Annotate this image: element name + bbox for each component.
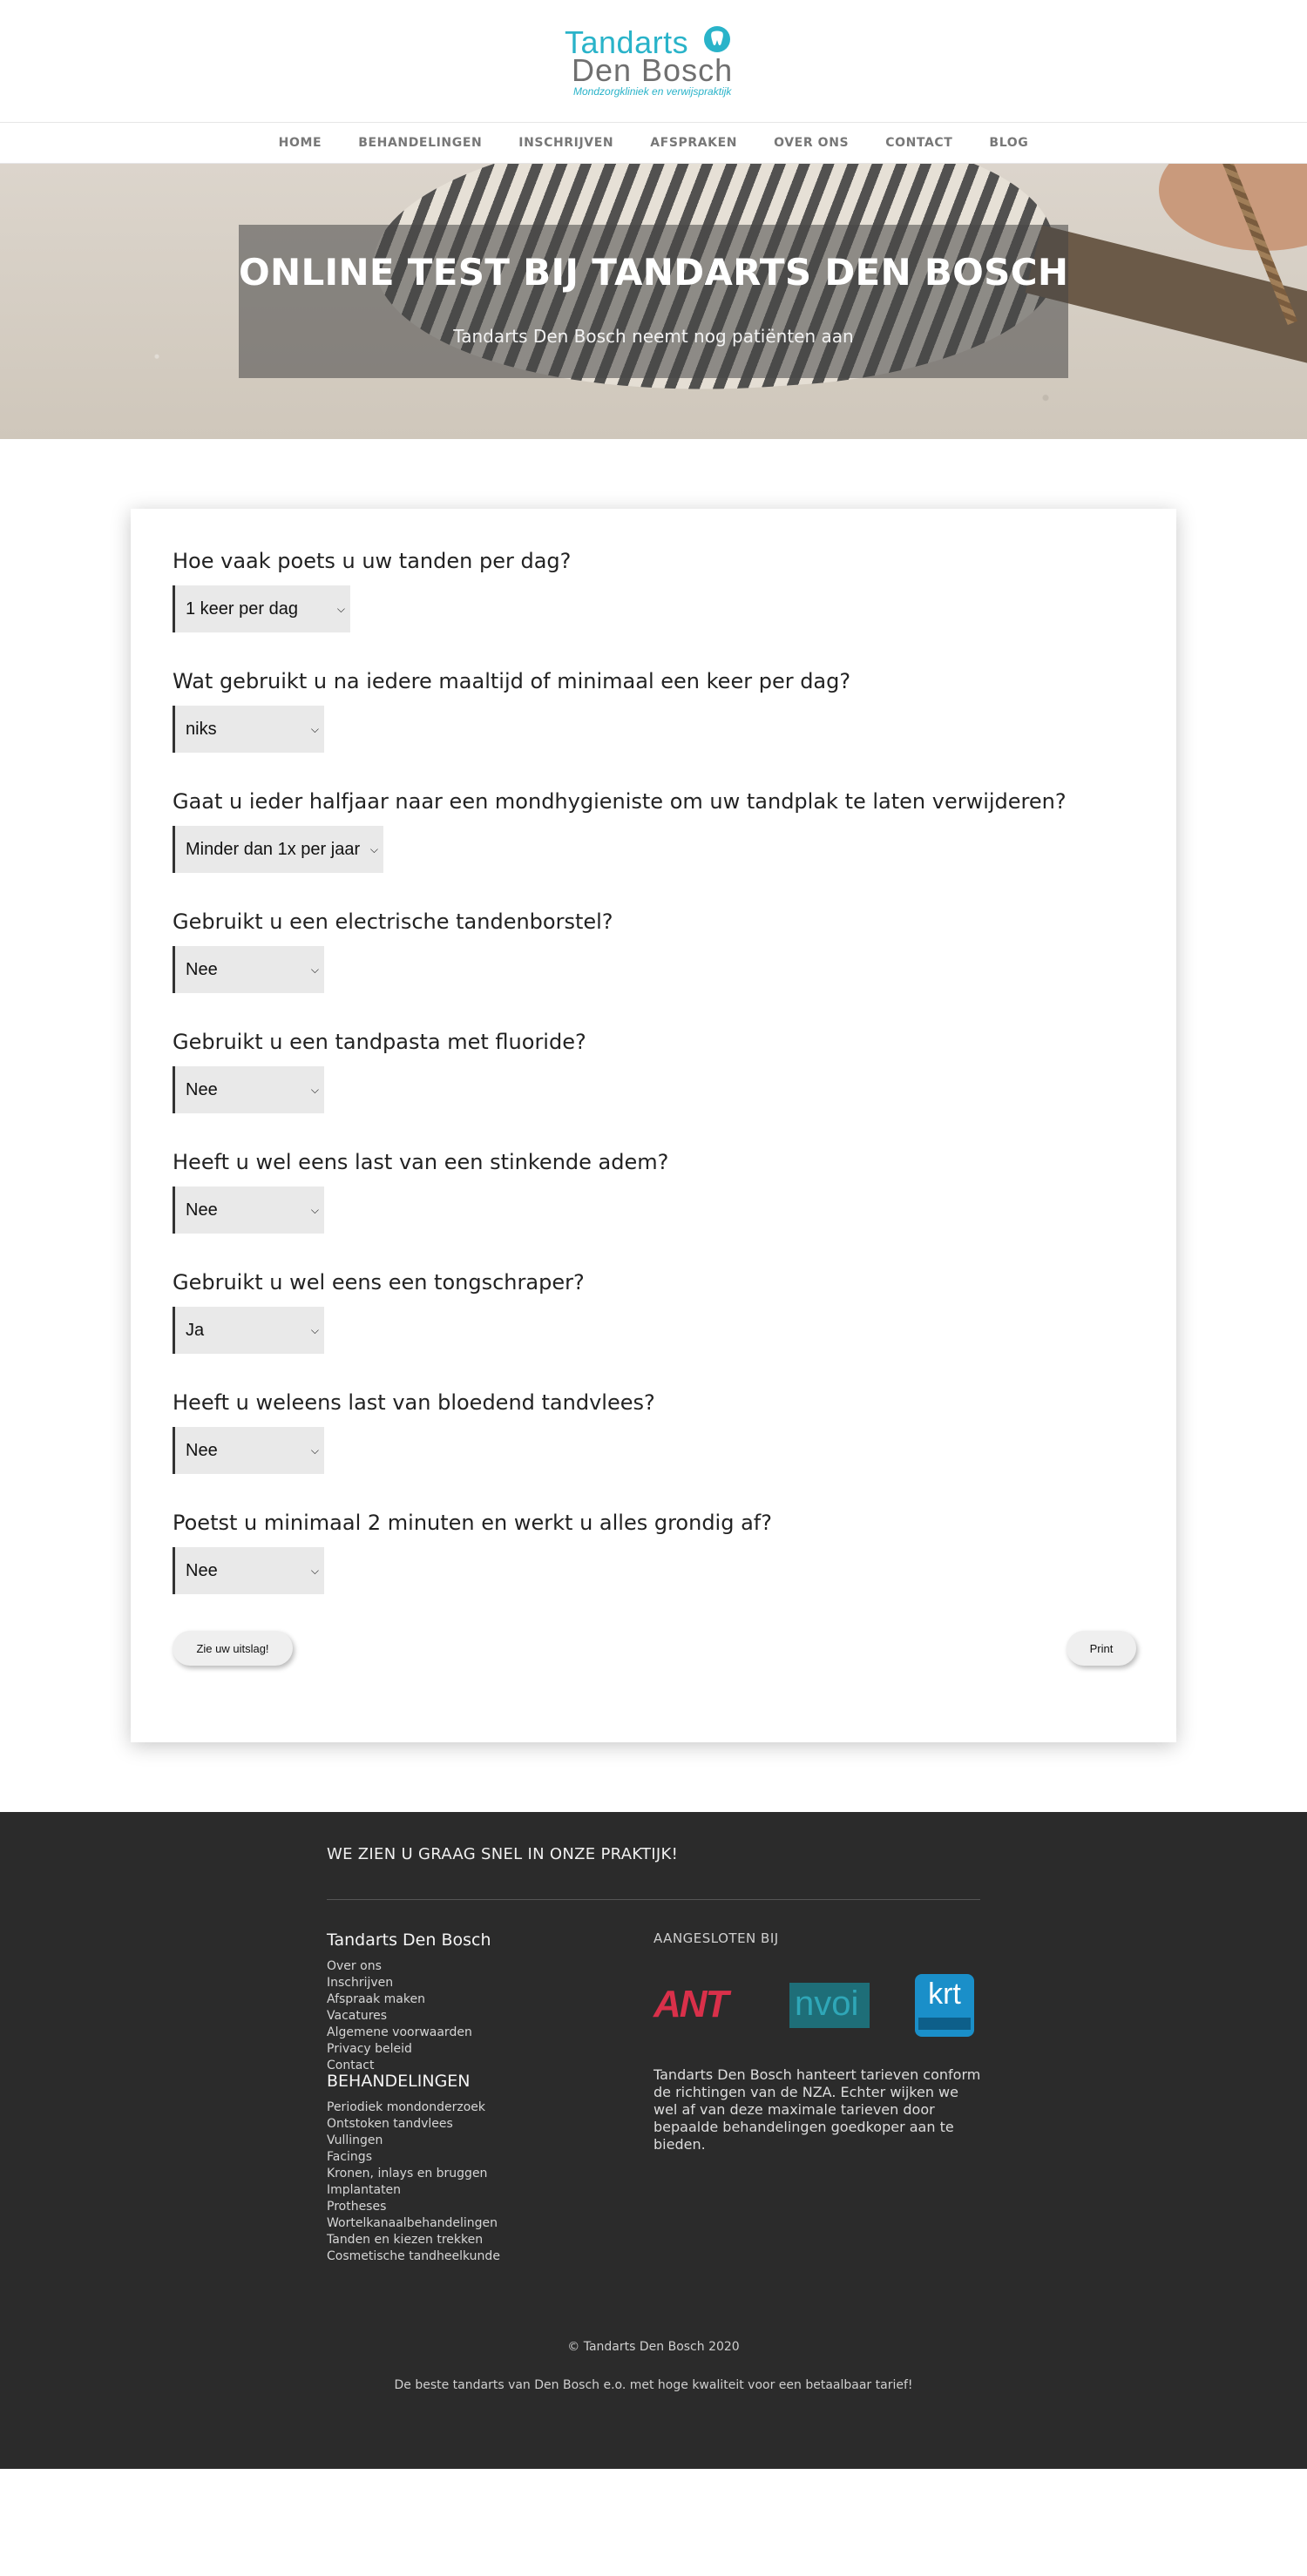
footer-link[interactable]: Privacy beleid (327, 2041, 472, 2058)
footer-slogan: De beste tandarts van Den Bosch e.o. met… (394, 2378, 913, 2392)
nav-item-over-ons[interactable]: OVER ONS (755, 136, 867, 150)
hero-subtitle: Tandarts Den Bosch neemt nog patiënten a… (453, 326, 854, 347)
footer-link[interactable]: Protheses (327, 2199, 500, 2215)
select-value: Nee (186, 1079, 218, 1099)
nav-item-home[interactable]: HOME (261, 136, 341, 150)
answer-select[interactable]: Nee ⌵ (173, 1547, 324, 1594)
question-label: Heeft u wel eens last van een stinkende … (173, 1150, 669, 1174)
footer-link[interactable]: Tanden en kiezen trekken (327, 2232, 500, 2248)
select-value: Nee (186, 1440, 218, 1460)
hero-overlay: ONLINE TEST BIJ TANDARTS DEN BOSCH Tanda… (239, 225, 1068, 378)
site-logo[interactable]: Tandarts Den Bosch Mondzorgkliniek en ve… (565, 24, 748, 98)
print-button[interactable]: Print (1067, 1631, 1136, 1666)
site-header: Tandarts Den Bosch Mondzorgkliniek en ve… (0, 0, 1307, 122)
site-footer: WE ZIEN U GRAAG SNEL IN ONZE PRAKTIJK! T… (0, 1812, 1307, 2469)
ant-logo[interactable]: ANT (654, 1983, 749, 2026)
copyright: © Tandarts Den Bosch 2020 (567, 2340, 740, 2354)
quiz-question: Heeft u wel eens last van een stinkende … (173, 1150, 1140, 1234)
affiliations-heading: AANGESLOTEN BIJ (654, 1930, 779, 1946)
footer-link[interactable]: Algemene voorwaarden (327, 2025, 472, 2041)
question-label: Gebruikt u wel eens een tongschraper? (173, 1270, 585, 1295)
chevron-down-icon: ⌵ (310, 963, 319, 976)
hero-banner: ONLINE TEST BIJ TANDARTS DEN BOSCH Tanda… (0, 164, 1307, 439)
answer-select[interactable]: 1 keer per dag ⌵ (173, 585, 350, 632)
quiz-question: Gebruikt u een electrische tandenborstel… (173, 909, 1140, 993)
footer-col2-title: BEHANDELINGEN (327, 2072, 471, 2091)
quiz-question: Gebruikt u een tandpasta met fluoride? N… (173, 1030, 1140, 1113)
select-value: Ja (186, 1320, 205, 1340)
answer-select[interactable]: Nee ⌵ (173, 946, 324, 993)
answer-select[interactable]: Nee ⌵ (173, 1066, 324, 1113)
footer-link[interactable]: Cosmetische tandheelkunde (327, 2248, 500, 2265)
question-label: Gebruikt u een electrische tandenborstel… (173, 909, 613, 934)
footer-links-treatments: Periodiek mondonderzoek Ontstoken tandvl… (327, 2099, 500, 2265)
question-label: Heeft u weleens last van bloedend tandvl… (173, 1390, 655, 1415)
answer-select[interactable]: Ja ⌵ (173, 1307, 324, 1354)
footer-link[interactable]: Afspraak maken (327, 1991, 472, 2008)
quiz-question: Hoe vaak poets u uw tanden per dag? 1 ke… (173, 549, 1140, 632)
footer-divider (327, 1899, 980, 1900)
question-label: Gaat u ieder halfjaar naar een mondhygie… (173, 789, 1067, 814)
quiz-question: Gaat u ieder halfjaar naar een mondhygie… (173, 789, 1140, 873)
main-nav: HOME BEHANDELINGEN INSCHRIJVEN AFSPRAKEN… (0, 122, 1307, 164)
nvoi-logo-text: nvoi (795, 1984, 859, 2023)
select-value: Nee (186, 1200, 218, 1220)
logo-tagline: Mondzorgkliniek en verwijspraktijk (573, 85, 732, 98)
chevron-down-icon: ⌵ (336, 603, 345, 615)
quiz-question: Gebruikt u wel eens een tongschraper? Ja… (173, 1270, 1140, 1354)
nav-item-inschrijven[interactable]: INSCHRIJVEN (500, 136, 632, 150)
question-label: Wat gebruikt u na iedere maaltijd of min… (173, 669, 851, 693)
footer-link[interactable]: Facings (327, 2149, 500, 2166)
logo-line2: Den Bosch (572, 52, 734, 88)
footer-link[interactable]: Ontstoken tandvlees (327, 2116, 500, 2133)
footer-link[interactable]: Wortelkanaalbehandelingen (327, 2215, 500, 2232)
select-value: niks (186, 719, 217, 739)
chevron-down-icon: ⌵ (310, 1565, 319, 1577)
footer-link[interactable]: Inschrijven (327, 1975, 472, 1991)
chevron-down-icon: ⌵ (310, 1204, 319, 1216)
select-value: Minder dan 1x per jaar (186, 839, 361, 859)
chevron-down-icon: ⌵ (310, 1084, 319, 1096)
footer-link[interactable]: Over ons (327, 1958, 472, 1975)
question-label: Poetst u minimaal 2 minuten en werkt u a… (173, 1511, 772, 1535)
chevron-down-icon: ⌵ (369, 843, 378, 855)
footer-col1-title: Tandarts Den Bosch (327, 1930, 491, 1950)
tariff-notice: Tandarts Den Bosch hanteert tarieven con… (654, 2066, 981, 2153)
page-title: ONLINE TEST BIJ TANDARTS DEN BOSCH (239, 251, 1069, 294)
footer-tagline: WE ZIEN U GRAAG SNEL IN ONZE PRAKTIJK! (327, 1845, 679, 1863)
chevron-down-icon: ⌵ (310, 723, 319, 735)
krt-logo-text: krt (928, 1978, 961, 2011)
krt-logo[interactable]: krt (915, 1974, 974, 2037)
chevron-down-icon: ⌵ (310, 1444, 319, 1457)
quiz-question: Poetst u minimaal 2 minuten en werkt u a… (173, 1511, 1140, 1594)
nav-item-afspraken[interactable]: AFSPRAKEN (632, 136, 755, 150)
select-value: 1 keer per dag (186, 598, 298, 619)
tooth-icon (704, 26, 730, 52)
question-label: Gebruikt u een tandpasta met fluoride? (173, 1030, 586, 1054)
ant-logo-text: ANT (654, 1983, 728, 2025)
krt-logo-bar (918, 2018, 971, 2030)
select-value: Nee (186, 1560, 218, 1580)
footer-link[interactable]: Vullingen (327, 2133, 500, 2149)
select-value: Nee (186, 959, 218, 979)
nav-item-behandelingen[interactable]: BEHANDELINGEN (340, 136, 500, 150)
quiz-question: Heeft u weleens last van bloedend tandvl… (173, 1390, 1140, 1474)
chevron-down-icon: ⌵ (310, 1324, 319, 1336)
footer-link[interactable]: Periodiek mondonderzoek (327, 2099, 500, 2116)
answer-select[interactable]: Minder dan 1x per jaar ⌵ (173, 826, 383, 873)
answer-select[interactable]: niks ⌵ (173, 706, 324, 753)
footer-links-general: Over ons Inschrijven Afspraak maken Vaca… (327, 1958, 472, 2074)
nvoi-logo[interactable]: nvoi (789, 1983, 870, 2028)
nav-item-blog[interactable]: BLOG (971, 136, 1046, 150)
footer-link[interactable]: Vacatures (327, 2008, 472, 2025)
nav-item-contact[interactable]: CONTACT (867, 136, 971, 150)
footer-link[interactable]: Implantaten (327, 2182, 500, 2199)
quiz-card: Hoe vaak poets u uw tanden per dag? 1 ke… (131, 509, 1176, 1742)
answer-select[interactable]: Nee ⌵ (173, 1427, 324, 1474)
question-label: Hoe vaak poets u uw tanden per dag? (173, 549, 572, 573)
quiz-question: Wat gebruikt u na iedere maaltijd of min… (173, 669, 1140, 753)
answer-select[interactable]: Nee ⌵ (173, 1187, 324, 1234)
footer-link[interactable]: Kronen, inlays en bruggen (327, 2166, 500, 2182)
show-result-button[interactable]: Zie uw uitslag! (173, 1631, 293, 1666)
